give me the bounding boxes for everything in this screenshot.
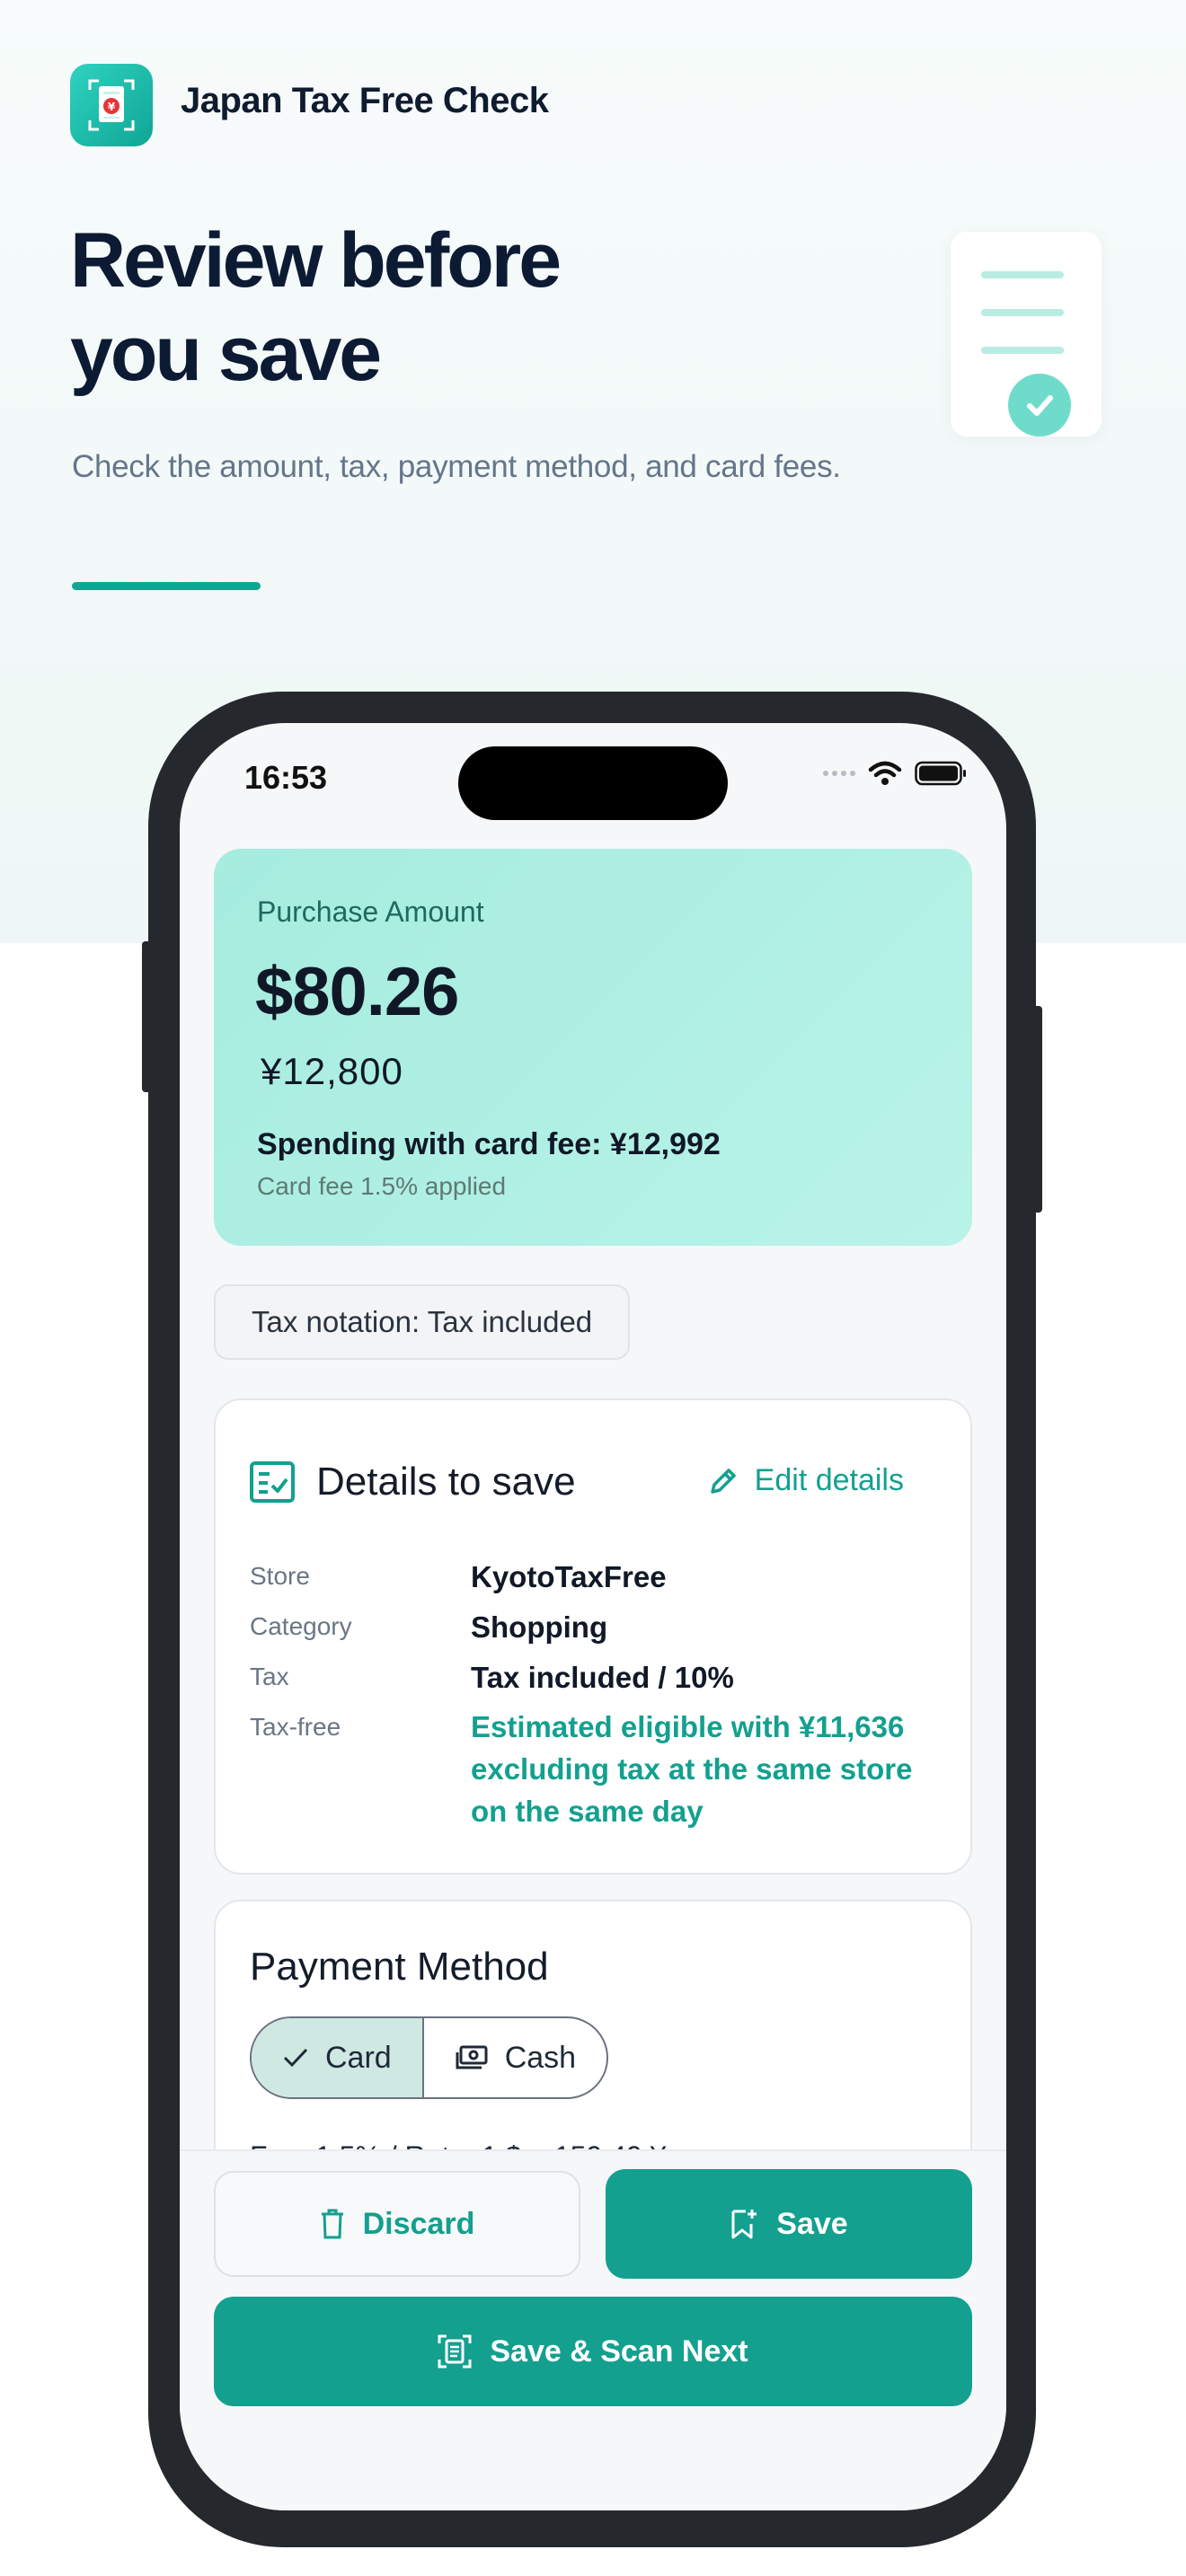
check-icon	[283, 2048, 308, 2068]
tax-label: Tax	[250, 1663, 289, 1690]
pencil-icon	[710, 1468, 736, 1494]
store-value: KyotoTaxFree	[471, 1560, 667, 1593]
wifi-icon	[868, 761, 902, 785]
details-title: Details to save	[316, 1460, 576, 1504]
cellular-signal-icon	[823, 771, 855, 776]
checkmark-icon	[1008, 374, 1071, 437]
edit-details-label: Edit details	[754, 1463, 904, 1497]
category-label: Category	[250, 1612, 352, 1640]
spending-with-fee: Spending with card fee: ¥12,992	[257, 1127, 721, 1161]
cash-icon	[456, 2045, 488, 2069]
category-value: Shopping	[471, 1610, 608, 1644]
doc-line	[981, 271, 1064, 278]
tax-value: Tax included / 10%	[471, 1661, 734, 1694]
accent-divider	[72, 582, 261, 590]
headline-line-1: Review before	[70, 217, 562, 304]
status-icons	[823, 761, 967, 786]
svg-text:¥: ¥	[108, 101, 116, 113]
app-logo-icon: ¥	[70, 64, 153, 146]
doc-line	[981, 347, 1064, 354]
discard-button[interactable]: Discard	[214, 2171, 580, 2277]
purchase-amount-card: Purchase Amount $80.26 ¥12,800 Spending …	[214, 849, 972, 1246]
battery-icon	[915, 761, 966, 786]
tax-free-label: Tax-free	[250, 1713, 341, 1741]
scan-receipt-icon	[438, 2334, 472, 2369]
payment-option-card[interactable]: Card	[252, 2018, 422, 2097]
dynamic-island	[458, 746, 728, 820]
page-subtitle: Check the amount, tax, payment method, a…	[72, 449, 841, 484]
bottom-action-bar: Discard Save Save & Scan Next	[180, 2149, 1006, 2510]
purchase-amount-label: Purchase Amount	[257, 895, 484, 928]
store-label: Store	[250, 1562, 310, 1590]
checklist-document-icon	[951, 232, 1102, 437]
page-headline: Review before you save	[70, 214, 627, 401]
save-scan-next-button[interactable]: Save & Scan Next	[214, 2297, 972, 2406]
discard-label: Discard	[362, 2206, 475, 2241]
amount-jpy: ¥12,800	[261, 1050, 403, 1092]
amount-usd: $80.26	[255, 954, 459, 1030]
details-card: Details to save Edit details Store Kyoto…	[214, 1398, 972, 1875]
payment-option-cash[interactable]: Cash	[424, 2018, 606, 2097]
payment-option-card-label: Card	[325, 2040, 392, 2075]
payment-method-segmented-control: Card Cash	[250, 2016, 609, 2099]
tax-free-value: Estimated eligible with ¥11,636 excludin…	[471, 1710, 913, 1828]
status-time: 16:53	[244, 759, 328, 796]
tax-notation-chip: Tax notation: Tax included	[214, 1284, 631, 1360]
payment-method-title: Payment Method	[250, 1945, 549, 1989]
save-label: Save	[776, 2206, 848, 2241]
save-button[interactable]: Save	[606, 2169, 972, 2279]
headline-line-2: you save	[70, 311, 382, 397]
trash-icon	[321, 2209, 343, 2239]
bookmark-add-icon	[731, 2210, 757, 2239]
save-scan-next-label: Save & Scan Next	[490, 2333, 748, 2369]
phone-screen: 16:53 Purchase Amount $80.26 ¥12,800 Spe…	[180, 723, 1006, 2510]
payment-option-cash-label: Cash	[504, 2040, 577, 2075]
checklist-icon	[250, 1461, 295, 1503]
doc-line	[981, 309, 1064, 316]
edit-details-button[interactable]: Edit details	[708, 1463, 904, 1498]
app-name: Japan Tax Free Check	[181, 81, 549, 120]
card-fee-note: Card fee 1.5% applied	[257, 1172, 507, 1200]
